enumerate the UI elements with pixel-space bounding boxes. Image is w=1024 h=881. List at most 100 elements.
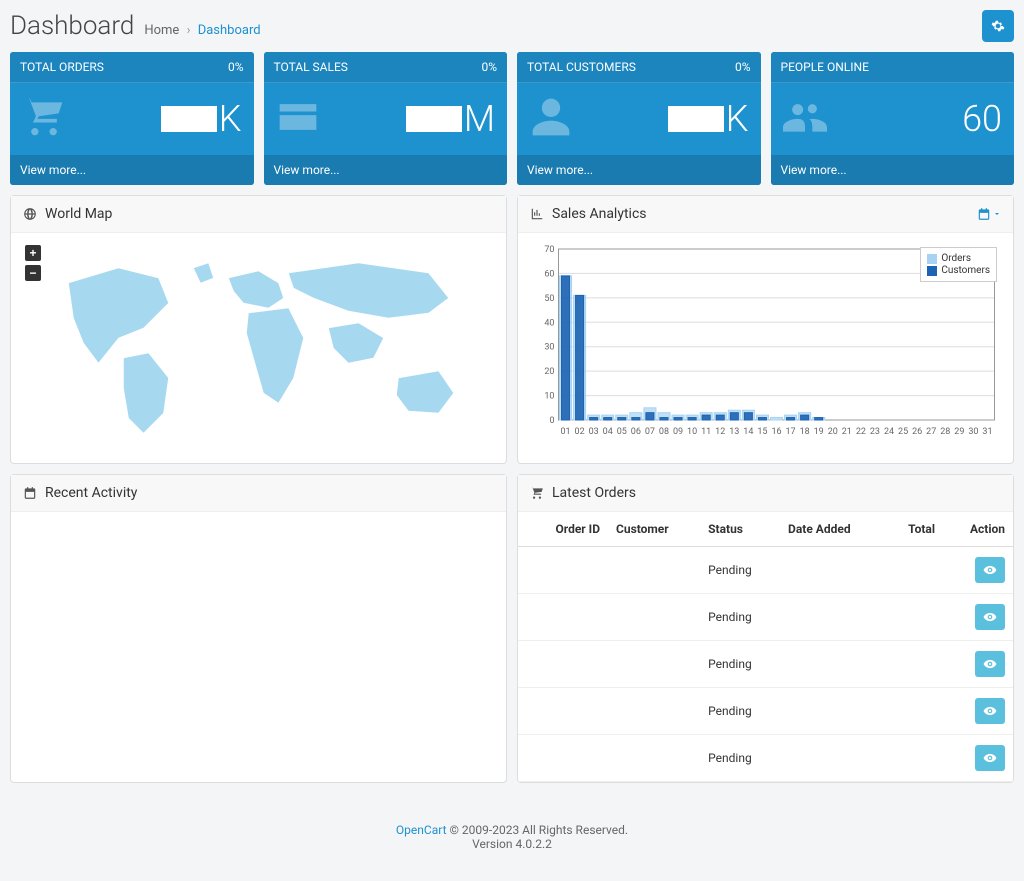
tile-view-more[interactable]: View more... — [771, 155, 1015, 185]
cell-customer — [608, 735, 700, 782]
cell-customer — [608, 547, 700, 594]
tile-total-sales: TOTAL SALES 0% M View more... — [264, 52, 508, 185]
world-map[interactable]: + − — [21, 243, 496, 453]
cell-total — [885, 547, 943, 594]
svg-text:24: 24 — [884, 427, 894, 437]
table-row: Pending — [518, 641, 1013, 688]
svg-text:19: 19 — [814, 427, 824, 437]
th-customer: Customer — [608, 512, 700, 547]
svg-text:12: 12 — [715, 427, 725, 437]
svg-text:13: 13 — [729, 427, 739, 437]
cell-total — [885, 641, 943, 688]
cell-total — [885, 735, 943, 782]
svg-text:30: 30 — [968, 427, 978, 437]
svg-text:29: 29 — [954, 427, 964, 437]
breadcrumb-home[interactable]: Home — [144, 23, 179, 38]
tile-view-more[interactable]: View more... — [10, 155, 254, 185]
view-order-button[interactable] — [975, 698, 1005, 724]
table-row: Pending — [518, 735, 1013, 782]
tile-view-more[interactable]: View more... — [264, 155, 508, 185]
table-row: Pending — [518, 688, 1013, 735]
cell-order-id — [518, 594, 608, 641]
breadcrumb: Home › Dashboard — [144, 23, 260, 38]
eye-icon — [983, 751, 997, 765]
value-mask — [668, 106, 724, 132]
cell-status: Pending — [700, 547, 780, 594]
eye-icon — [983, 657, 997, 671]
calendar-icon — [23, 486, 37, 500]
cell-date — [780, 594, 885, 641]
settings-button[interactable] — [982, 10, 1014, 42]
world-map-svg — [21, 243, 496, 453]
cell-status: Pending — [700, 641, 780, 688]
svg-text:07: 07 — [645, 427, 655, 437]
globe-icon — [23, 207, 37, 221]
date-range-button[interactable] — [977, 207, 1001, 221]
chart-icon — [530, 207, 544, 221]
tile-suffix: K — [219, 98, 242, 140]
tile-people-online: PEOPLE ONLINE 60 View more... — [771, 52, 1015, 185]
tile-label: TOTAL ORDERS — [20, 60, 104, 74]
svg-text:04: 04 — [603, 427, 613, 437]
legend-orders: Orders — [941, 253, 971, 264]
zoom-out-button[interactable]: − — [25, 265, 41, 281]
cell-date — [780, 641, 885, 688]
table-row: Pending — [518, 547, 1013, 594]
panel-sales-analytics: Sales Analytics 010203040506070010203040… — [517, 195, 1014, 464]
th-order-id: Order ID — [518, 512, 608, 547]
gear-icon — [991, 19, 1005, 33]
cell-status: Pending — [700, 735, 780, 782]
footer-brand-link[interactable]: OpenCart — [396, 823, 447, 837]
svg-text:18: 18 — [800, 427, 810, 437]
panel-world-map: World Map + − — [10, 195, 507, 464]
tile-label: PEOPLE ONLINE — [781, 60, 869, 74]
svg-text:15: 15 — [757, 427, 767, 437]
svg-text:31: 31 — [982, 427, 992, 437]
svg-text:25: 25 — [898, 427, 908, 437]
tile-label: TOTAL SALES — [274, 60, 348, 74]
svg-text:16: 16 — [771, 427, 781, 437]
breadcrumb-sep: › — [187, 23, 191, 38]
panel-title: Latest Orders — [552, 485, 636, 501]
svg-text:20: 20 — [828, 427, 838, 437]
tile-view-more[interactable]: View more... — [517, 155, 761, 185]
view-order-button[interactable] — [975, 745, 1005, 771]
svg-text:70: 70 — [544, 245, 554, 255]
zoom-in-button[interactable]: + — [25, 245, 41, 261]
recent-activity-body — [11, 512, 506, 782]
cell-order-id — [518, 688, 608, 735]
svg-text:60: 60 — [544, 269, 554, 279]
svg-text:09: 09 — [673, 427, 683, 437]
view-order-button[interactable] — [975, 604, 1005, 630]
view-order-button[interactable] — [975, 557, 1005, 583]
svg-text:17: 17 — [786, 427, 796, 437]
legend-customers: Customers — [941, 265, 990, 276]
cell-customer — [608, 688, 700, 735]
page-title: Dashboard — [10, 11, 134, 41]
cell-customer — [608, 641, 700, 688]
svg-text:20: 20 — [544, 367, 554, 377]
tile-pct: 0% — [735, 60, 751, 74]
svg-text:14: 14 — [743, 427, 753, 437]
svg-text:10: 10 — [544, 392, 554, 402]
breadcrumb-current[interactable]: Dashboard — [198, 23, 261, 38]
svg-text:08: 08 — [659, 427, 669, 437]
users-icon — [783, 95, 827, 143]
cart-icon — [530, 486, 544, 500]
svg-text:28: 28 — [940, 427, 950, 437]
tile-value: 60 — [962, 98, 1002, 140]
eye-icon — [983, 704, 997, 718]
svg-text:23: 23 — [870, 427, 880, 437]
svg-text:50: 50 — [544, 294, 554, 304]
svg-text:27: 27 — [926, 427, 936, 437]
cell-order-id — [518, 641, 608, 688]
tile-total-orders: TOTAL ORDERS 0% K View more... — [10, 52, 254, 185]
svg-text:05: 05 — [617, 427, 627, 437]
svg-text:06: 06 — [631, 427, 641, 437]
tile-suffix: K — [726, 98, 749, 140]
panel-title: Sales Analytics — [552, 206, 647, 222]
view-order-button[interactable] — [975, 651, 1005, 677]
cell-date — [780, 547, 885, 594]
card-icon — [276, 95, 320, 143]
svg-text:10: 10 — [687, 427, 697, 437]
